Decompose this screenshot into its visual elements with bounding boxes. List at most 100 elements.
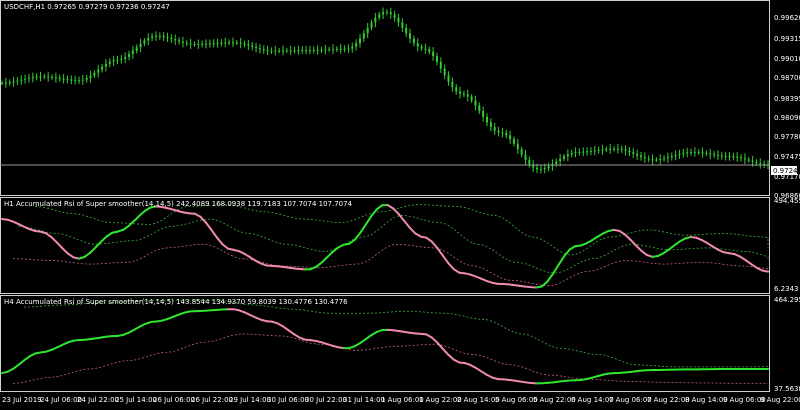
candle bbox=[440, 58, 442, 73]
oscillator-segment bbox=[663, 250, 669, 254]
candle bbox=[644, 152, 646, 163]
candle bbox=[555, 158, 557, 166]
candle bbox=[459, 87, 461, 99]
candle bbox=[567, 149, 569, 161]
candle bbox=[690, 149, 692, 156]
candle bbox=[524, 150, 526, 165]
indicator2-axis-top: 464.2955 bbox=[774, 296, 800, 304]
candle bbox=[97, 65, 99, 78]
candle bbox=[617, 144, 619, 154]
candle bbox=[744, 153, 746, 164]
candle bbox=[324, 45, 326, 55]
candle bbox=[328, 47, 330, 52]
candle bbox=[678, 150, 680, 159]
candle bbox=[5, 78, 7, 88]
candle bbox=[178, 37, 180, 44]
candle bbox=[301, 46, 303, 54]
candle bbox=[686, 148, 688, 158]
candle bbox=[540, 165, 542, 173]
candle bbox=[428, 46, 430, 54]
candle bbox=[244, 40, 246, 47]
candle bbox=[717, 150, 719, 160]
candle bbox=[482, 106, 484, 121]
oscillator-segment bbox=[366, 216, 372, 224]
chart-canvas[interactable]: USDCHF,H1 0.97265 0.97279 0.97236 0.9724… bbox=[0, 0, 800, 406]
candle bbox=[698, 149, 700, 155]
oscillator-segment bbox=[222, 244, 228, 248]
oscillator-segment bbox=[410, 228, 416, 234]
price-axis-label: 0.99010 bbox=[774, 55, 800, 63]
candle bbox=[336, 46, 338, 52]
time-axis-label: 7 Aug 22:00 bbox=[647, 396, 690, 404]
candle bbox=[263, 45, 265, 53]
oscillator-segment bbox=[19, 360, 25, 364]
candle bbox=[209, 40, 211, 48]
time-axis-label: 9 Aug 22:00 bbox=[760, 396, 800, 404]
candle bbox=[682, 149, 684, 158]
candle bbox=[367, 23, 369, 38]
candle bbox=[613, 146, 615, 151]
time-axis-label: 26 Jul 22:00 bbox=[191, 396, 233, 404]
time-axis-label: 24 Jul 22:00 bbox=[77, 396, 119, 404]
oscillator-segment bbox=[366, 335, 372, 339]
time-axis-label: 24 Jul 06:00 bbox=[40, 396, 82, 404]
candle bbox=[163, 32, 165, 41]
oscillator-segment bbox=[371, 209, 377, 216]
candle bbox=[505, 130, 507, 139]
candle bbox=[1, 81, 3, 86]
candle bbox=[20, 75, 22, 85]
candle bbox=[274, 46, 276, 56]
candle bbox=[174, 35, 176, 45]
candle bbox=[136, 44, 138, 53]
candle bbox=[474, 96, 476, 111]
current-price-label: 0.97247 bbox=[773, 167, 800, 175]
main-chart-title: USDCHF,H1 0.97265 0.97279 0.97236 0.9724… bbox=[4, 3, 170, 11]
time-axis: 23 Jul 2019 24 Jul 06:00 24 Jul 22:00 25… bbox=[2, 396, 800, 404]
oscillator-segment bbox=[24, 356, 30, 360]
candle bbox=[47, 72, 49, 82]
indicator2-lines bbox=[2, 300, 768, 383]
candle bbox=[232, 38, 234, 48]
candle bbox=[93, 70, 95, 78]
candle bbox=[309, 46, 311, 55]
oscillator-segment bbox=[564, 250, 570, 257]
candle bbox=[155, 31, 157, 41]
candle bbox=[344, 45, 346, 52]
candle bbox=[625, 145, 627, 155]
price-axis-label: 0.99620 bbox=[774, 14, 800, 22]
candle bbox=[444, 64, 446, 79]
candle bbox=[448, 71, 450, 85]
candle bbox=[82, 75, 84, 85]
candle bbox=[16, 77, 18, 85]
price-axis-label: 0.98395 bbox=[774, 95, 800, 103]
terminal-chart-window: USDCHF,H1 0.97265 0.97279 0.97236 0.9724… bbox=[0, 0, 800, 406]
candle bbox=[501, 128, 503, 138]
candle bbox=[374, 13, 376, 27]
oscillator-segment bbox=[333, 247, 339, 251]
candle bbox=[621, 146, 623, 153]
oscillator-segment bbox=[432, 242, 438, 248]
oscillator-segment bbox=[625, 234, 631, 239]
candle bbox=[659, 154, 661, 164]
oscillator-segment bbox=[360, 225, 366, 233]
oscillator-segment bbox=[123, 226, 129, 230]
price-axis-label: 0.99315 bbox=[774, 35, 800, 43]
candle bbox=[563, 154, 565, 161]
candle bbox=[55, 73, 57, 83]
candle bbox=[451, 77, 453, 91]
oscillator-segment bbox=[349, 240, 355, 244]
oscillator-segment bbox=[289, 330, 295, 334]
oscillator-segment bbox=[559, 256, 565, 264]
oscillator-segment bbox=[393, 208, 399, 214]
candle bbox=[486, 113, 488, 126]
candle bbox=[170, 34, 172, 43]
oscillator-segment bbox=[283, 326, 289, 330]
candle bbox=[351, 43, 353, 53]
oscillator-segment bbox=[548, 274, 554, 282]
indicator1-panel-frame bbox=[1, 198, 770, 294]
candle bbox=[167, 33, 169, 42]
time-axis-label: 1 Aug 22:00 bbox=[419, 396, 462, 404]
candle bbox=[648, 155, 650, 162]
candle bbox=[397, 14, 399, 27]
oscillator-segment bbox=[322, 257, 328, 262]
